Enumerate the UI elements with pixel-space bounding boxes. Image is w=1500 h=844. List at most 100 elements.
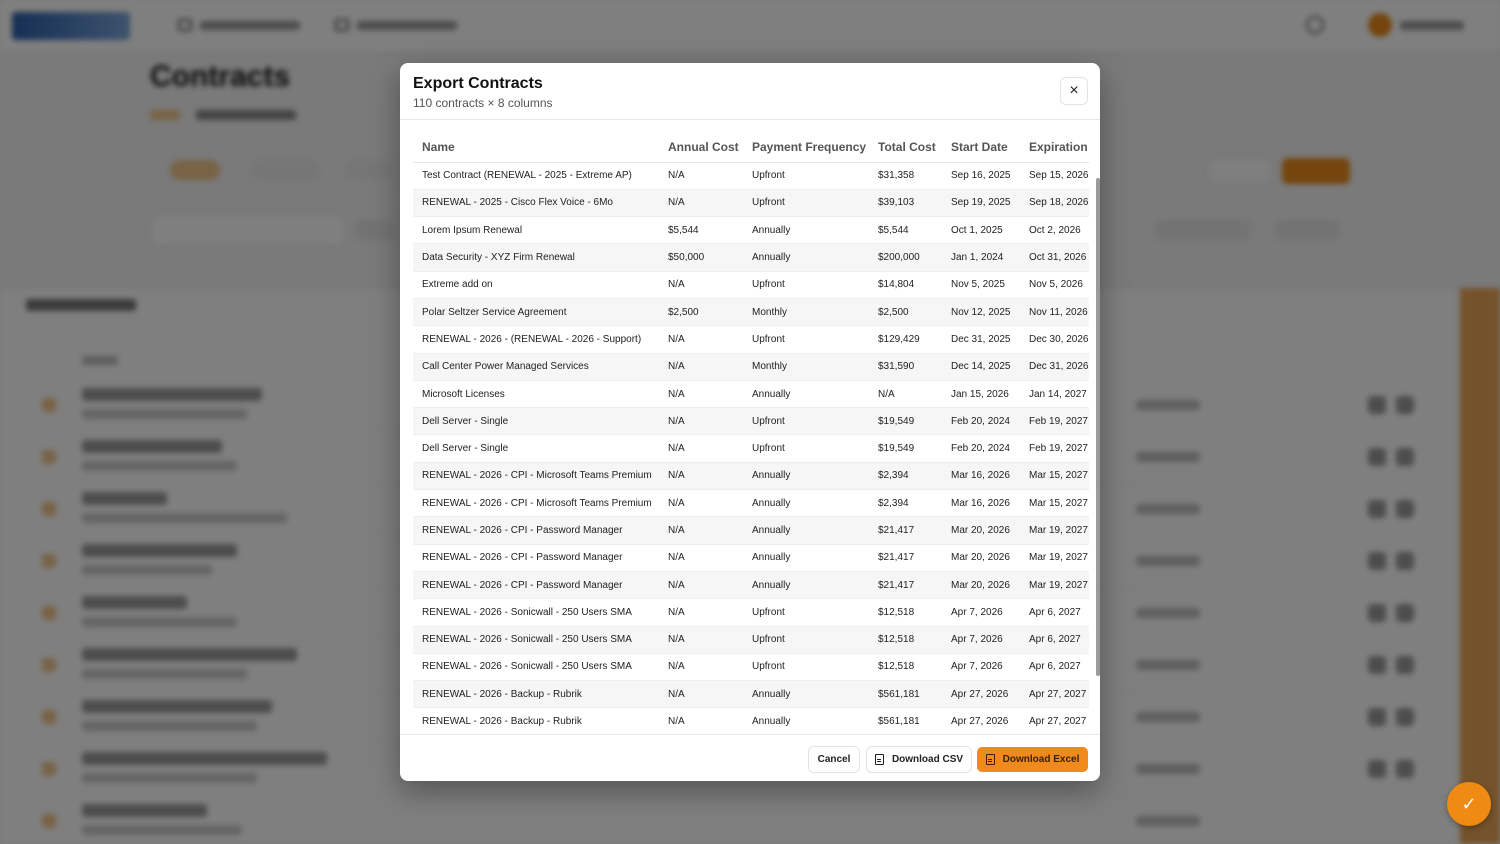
- table-row: RENEWAL - 2026 - Backup - Rubrik N/A Annua…: [413, 680, 1089, 709]
- chat-fab-button[interactable]: ✓: [1447, 782, 1491, 826]
- cell-expiration: Mar 15, 2027: [1020, 489, 1089, 518]
- cell-payment-frequency: Annually: [743, 243, 869, 272]
- cell-annual-cost: N/A: [659, 626, 743, 654]
- cell-total-cost: $200,000: [869, 243, 942, 272]
- cell-name: RENEWAL - 2026 - Sonicwall - 250 Users S…: [413, 653, 659, 682]
- cell-name: RENEWAL - 2026 - Backup - Rubrik: [413, 680, 659, 709]
- cell-start-date: Nov 5, 2025: [942, 271, 1020, 299]
- cell-payment-frequency: Upfront: [743, 598, 869, 627]
- cell-expiration: Nov 11, 2026: [1020, 298, 1089, 327]
- cell-total-cost: $39,103: [869, 189, 942, 218]
- cell-annual-cost: N/A: [659, 653, 743, 682]
- cell-annual-cost: $50,000: [659, 243, 743, 272]
- cell-annual-cost: N/A: [659, 516, 743, 545]
- cell-expiration: Apr 6, 2027: [1020, 626, 1089, 654]
- cell-expiration: Mar 15, 2027: [1020, 462, 1089, 491]
- column-header-annual-cost: Annual Cost: [659, 133, 743, 163]
- cell-start-date: Dec 31, 2025: [942, 325, 1020, 354]
- cell-annual-cost: N/A: [659, 353, 743, 381]
- cell-payment-frequency: Upfront: [743, 434, 869, 463]
- cell-payment-frequency: Upfront: [743, 626, 869, 654]
- cell-expiration: Mar 19, 2027: [1020, 544, 1089, 572]
- cell-annual-cost: N/A: [659, 707, 743, 734]
- cell-annual-cost: N/A: [659, 680, 743, 709]
- cell-name: RENEWAL - 2025 - Cisco Flex Voice - 6Mo: [413, 189, 659, 218]
- cell-name: Dell Server - Single: [413, 434, 659, 463]
- cell-expiration: Dec 30, 2026: [1020, 325, 1089, 354]
- table-row: Extreme add on N/A Upfront $14,804 Nov 5, 20…: [413, 271, 1089, 299]
- cell-start-date: Mar 20, 2026: [942, 571, 1020, 600]
- cell-payment-frequency: Upfront: [743, 189, 869, 218]
- cell-name: Polar Seltzer Service Agreement: [413, 298, 659, 327]
- cell-annual-cost: N/A: [659, 489, 743, 518]
- cell-total-cost: $2,500: [869, 298, 942, 327]
- cell-annual-cost: N/A: [659, 189, 743, 218]
- cell-payment-frequency: Monthly: [743, 353, 869, 381]
- export-contracts-modal: Export Contracts 110 contracts × 8 colum…: [400, 63, 1100, 781]
- column-header-payment-frequency: Payment Frequency: [743, 133, 869, 163]
- cell-start-date: Sep 16, 2025: [942, 162, 1020, 190]
- cell-annual-cost: N/A: [659, 407, 743, 436]
- export-preview-table-container[interactable]: Name Annual Cost Payment Frequency Total…: [400, 120, 1100, 734]
- download-excel-button[interactable]: Download Excel: [977, 747, 1088, 772]
- close-icon: ×: [1069, 82, 1079, 99]
- cell-payment-frequency: Upfront: [743, 325, 869, 354]
- cell-start-date: Feb 20, 2024: [942, 434, 1020, 463]
- download-csv-button[interactable]: Download CSV: [867, 747, 971, 772]
- cell-start-date: Apr 27, 2026: [942, 680, 1020, 709]
- modal-subtitle: 110 contracts × 8 columns: [413, 96, 553, 110]
- cell-payment-frequency: Upfront: [743, 653, 869, 682]
- cell-total-cost: $5,544: [869, 216, 942, 245]
- cell-expiration: Oct 2, 2026: [1020, 216, 1089, 245]
- cell-payment-frequency: Annually: [743, 680, 869, 709]
- cell-payment-frequency: Annually: [743, 516, 869, 545]
- cell-name: RENEWAL - 2026 - CPI - Microsoft Teams P…: [413, 462, 659, 491]
- table-row: Microsoft Licenses N/A Annually N/A Jan 15, …: [413, 380, 1089, 409]
- cell-annual-cost: N/A: [659, 380, 743, 409]
- cell-name: RENEWAL - 2026 - CPI - Microsoft Teams P…: [413, 489, 659, 518]
- cell-expiration: Feb 19, 2027: [1020, 407, 1089, 436]
- cell-name: RENEWAL - 2026 - Sonicwall - 250 Users S…: [413, 598, 659, 627]
- cell-name: RENEWAL - 2026 - CPI - Password Manager: [413, 516, 659, 545]
- cell-name: RENEWAL - 2026 - (RENEWAL - 2026 - Suppo…: [413, 325, 659, 354]
- cell-annual-cost: $2,500: [659, 298, 743, 327]
- cell-name: RENEWAL - 2026 - CPI - Password Manager: [413, 544, 659, 572]
- cell-annual-cost: N/A: [659, 462, 743, 491]
- cell-expiration: Apr 27, 2027: [1020, 680, 1089, 709]
- cell-total-cost: $12,518: [869, 653, 942, 682]
- cell-name: Lorem Ipsum Renewal: [413, 216, 659, 245]
- cell-total-cost: $21,417: [869, 516, 942, 545]
- cell-start-date: Dec 14, 2025: [942, 353, 1020, 381]
- table-row: RENEWAL - 2026 - CPI - Password Manager N…: [413, 571, 1089, 600]
- cell-expiration: Oct 31, 2026: [1020, 243, 1089, 272]
- cell-start-date: Mar 20, 2026: [942, 544, 1020, 572]
- table-row: RENEWAL - 2025 - Cisco Flex Voice - 6Mo N…: [413, 189, 1089, 218]
- cell-total-cost: $19,549: [869, 434, 942, 463]
- cell-annual-cost: N/A: [659, 544, 743, 572]
- cell-total-cost: $2,394: [869, 462, 942, 491]
- cell-expiration: Mar 19, 2027: [1020, 516, 1089, 545]
- vertical-scrollbar[interactable]: [1096, 178, 1100, 676]
- cell-total-cost: $2,394: [869, 489, 942, 518]
- cell-total-cost: $31,590: [869, 353, 942, 381]
- cell-payment-frequency: Upfront: [743, 407, 869, 436]
- cell-expiration: Apr 27, 2027: [1020, 707, 1089, 734]
- cell-payment-frequency: Annually: [743, 380, 869, 409]
- cell-name: RENEWAL - 2026 - Backup - Rubrik: [413, 707, 659, 734]
- cell-total-cost: $561,181: [869, 680, 942, 709]
- cell-name: Test Contract (RENEWAL - 2025 - Extreme …: [413, 162, 659, 190]
- cell-annual-cost: $5,544: [659, 216, 743, 245]
- cell-name: Data Security - XYZ Firm Renewal: [413, 243, 659, 272]
- column-header-start-date: Start Date: [942, 133, 1020, 163]
- cell-annual-cost: N/A: [659, 434, 743, 463]
- file-icon: [985, 754, 995, 765]
- cell-name: Extreme add on: [413, 271, 659, 299]
- file-icon: [874, 754, 884, 765]
- cell-payment-frequency: Annually: [743, 707, 869, 734]
- cell-payment-frequency: Monthly: [743, 298, 869, 327]
- close-button[interactable]: ×: [1061, 78, 1087, 104]
- cell-start-date: Apr 7, 2026: [942, 598, 1020, 627]
- cell-payment-frequency: Annually: [743, 489, 869, 518]
- cancel-button[interactable]: Cancel: [809, 747, 859, 772]
- cell-payment-frequency: Annually: [743, 571, 869, 600]
